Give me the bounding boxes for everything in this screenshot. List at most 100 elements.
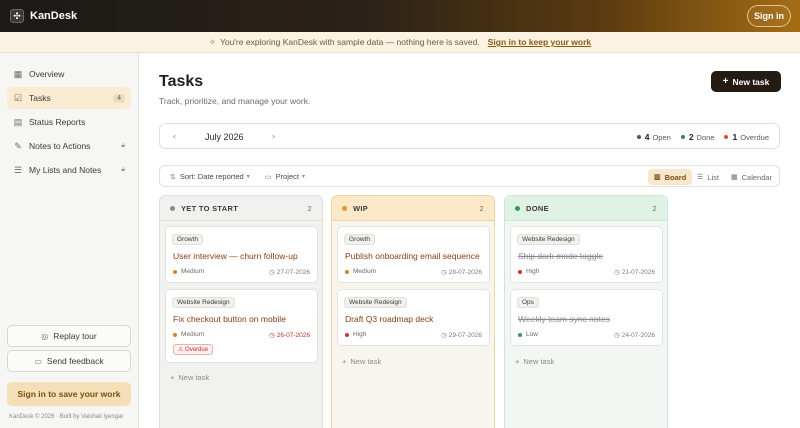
file-edit-icon: ✎	[14, 141, 22, 151]
priority-dot	[345, 332, 349, 337]
sidebar-item-my-lists[interactable]: ☰ My Lists and Notes 🔒︎	[7, 159, 131, 181]
month-label: July 2026	[205, 132, 244, 142]
task-title: User interview — churn follow-up	[173, 251, 298, 261]
priority-dot	[518, 269, 522, 274]
chevron-down-icon: ▾	[301, 174, 305, 180]
send-feedback-button[interactable]: ▭ Send feedback	[7, 350, 131, 372]
sort-dropdown[interactable]: ⇅ Sort: Date reported ▾	[170, 172, 250, 181]
chevron-left-icon[interactable]: ‹	[173, 131, 176, 141]
status-dot	[680, 135, 685, 139]
chevron-down-icon: ▾	[246, 174, 250, 180]
logo-icon: ✣	[10, 9, 24, 23]
due-date: ◷ 21-07-2026	[614, 268, 655, 277]
plus-icon: +	[722, 76, 729, 87]
column-yet-to-start: YET TO START 2 Growth User interview — c…	[159, 195, 323, 428]
project-tag: Website Redesign	[172, 297, 235, 308]
task-card[interactable]: Growth Publish onboarding email sequence…	[337, 226, 490, 283]
sidebar-item-label: Overview	[29, 69, 65, 79]
list-icon: ☰	[13, 165, 23, 175]
sidebar: ▦ Overview ☑ Tasks 4 ▤ Status Reports ✎ …	[0, 53, 139, 428]
task-card[interactable]: Website Redesign Fix checkout button on …	[165, 289, 318, 363]
new-task-button[interactable]: + New task	[711, 71, 781, 92]
sign-in-save-button[interactable]: Sign in to save your work	[7, 382, 131, 406]
priority-label: High	[345, 331, 366, 338]
banner-signin-link[interactable]: Sign in to keep your work	[488, 37, 591, 47]
brand-name: KanDesk	[30, 10, 78, 22]
project-dropdown[interactable]: ▭ Project ▾	[265, 172, 305, 181]
replay-tour-button[interactable]: ◎ Replay tour	[7, 325, 131, 347]
chevron-right-icon[interactable]: ›	[272, 131, 275, 141]
task-title: Weekly team sync notes	[518, 314, 610, 324]
sign-in-button[interactable]: Sign in	[747, 5, 791, 27]
view-board-button[interactable]: ▥ Board	[648, 169, 693, 185]
priority-dot	[173, 269, 177, 274]
project-tag: Ops	[517, 297, 539, 308]
status-dot	[342, 205, 347, 211]
task-stats: 4 Open 2 Done 1 Overdue	[627, 132, 769, 142]
status-dot	[724, 135, 729, 139]
column-count: 2	[479, 203, 484, 213]
priority-label: Medium	[345, 268, 376, 275]
sidebar-item-label: Status Reports	[29, 117, 86, 127]
board-toolbar: ⇅ Sort: Date reported ▾ ▭ Project ▾ ▥ Bo…	[159, 165, 780, 187]
task-title: Draft Q3 roadmap deck	[345, 314, 434, 324]
column-count: 2	[307, 203, 312, 213]
column-header: YET TO START 2	[160, 196, 322, 221]
sidebar-item-label: Notes to Actions	[29, 141, 91, 151]
checkbox-icon: ☑	[13, 93, 23, 103]
folder-icon: ▭	[265, 173, 272, 181]
board-icon: ▥	[654, 174, 661, 181]
sparkle-icon: ✧	[208, 36, 216, 47]
clock-icon: ◷	[269, 269, 275, 276]
task-card[interactable]: Ops Weekly team sync notes Low ◷ 24-07-2…	[510, 289, 663, 346]
task-card[interactable]: Growth User interview — churn follow-up …	[165, 226, 318, 283]
lock-icon: 🔒︎	[121, 142, 125, 149]
clock-icon: ◷	[269, 332, 275, 339]
page-title: Tasks	[159, 73, 204, 90]
plus-icon: +	[342, 357, 347, 366]
calendar-icon: ▦	[731, 174, 738, 181]
project-tag: Website Redesign	[344, 297, 407, 308]
project-tag: Website Redesign	[517, 234, 580, 245]
priority-dot	[518, 332, 522, 337]
month-navigator: ‹ July 2026 › 4 Open 2 Done 1 Overdue	[159, 123, 780, 149]
sidebar-item-notes-to-actions[interactable]: ✎ Notes to Actions 🔒︎	[7, 135, 131, 157]
task-title: Publish onboarding email sequence	[345, 251, 480, 261]
lock-icon: 🔒︎	[121, 166, 125, 173]
priority-label: High	[518, 268, 539, 275]
sidebar-item-tasks[interactable]: ☑ Tasks 4	[7, 87, 131, 109]
column-count: 2	[652, 203, 657, 213]
list-icon: ☰	[697, 174, 704, 181]
sample-data-banner: ✧ You're exploring KanDesk with sample d…	[0, 32, 800, 53]
due-date: ◷ 26-07-2026	[269, 331, 310, 340]
compass-icon: ◎	[41, 331, 49, 341]
project-tag: Growth	[344, 234, 375, 245]
view-calendar-button[interactable]: ▦ Calendar	[725, 169, 778, 185]
tasks-count-badge: 4	[113, 93, 125, 103]
banner-text: You're exploring KanDesk with sample dat…	[219, 37, 480, 47]
task-title: Ship dark mode toggle	[518, 251, 604, 261]
status-dot	[636, 135, 641, 139]
due-date: ◷ 28-07-2026	[441, 268, 482, 277]
add-task-link[interactable]: + New task	[342, 357, 381, 366]
task-card[interactable]: Website Redesign Draft Q3 roadmap deck H…	[337, 289, 490, 346]
due-date: ◷ 24-07-2026	[614, 331, 655, 340]
clock-icon: ◷	[441, 269, 447, 276]
sidebar-item-label: My Lists and Notes	[29, 165, 102, 175]
add-task-link[interactable]: + New task	[170, 373, 209, 382]
priority-label: Medium	[173, 331, 204, 338]
page-subtitle: Track, prioritize, and manage your work.	[159, 96, 311, 106]
due-date: ◷ 29-07-2026	[441, 331, 482, 340]
clock-icon: ◷	[441, 332, 447, 339]
task-card[interactable]: Website Redesign Ship dark mode toggle H…	[510, 226, 663, 283]
sidebar-item-status-reports[interactable]: ▤ Status Reports	[7, 111, 131, 133]
view-list-button[interactable]: ☰ List	[691, 169, 725, 185]
priority-dot	[173, 332, 177, 337]
column-header: DONE 2	[505, 196, 667, 221]
chat-icon: ▭	[34, 356, 42, 366]
clock-icon: ◷	[614, 332, 620, 339]
sidebar-item-overview[interactable]: ▦ Overview	[7, 63, 131, 85]
status-dot	[515, 205, 520, 211]
priority-label: Low	[518, 331, 538, 338]
add-task-link[interactable]: + New task	[515, 357, 554, 366]
